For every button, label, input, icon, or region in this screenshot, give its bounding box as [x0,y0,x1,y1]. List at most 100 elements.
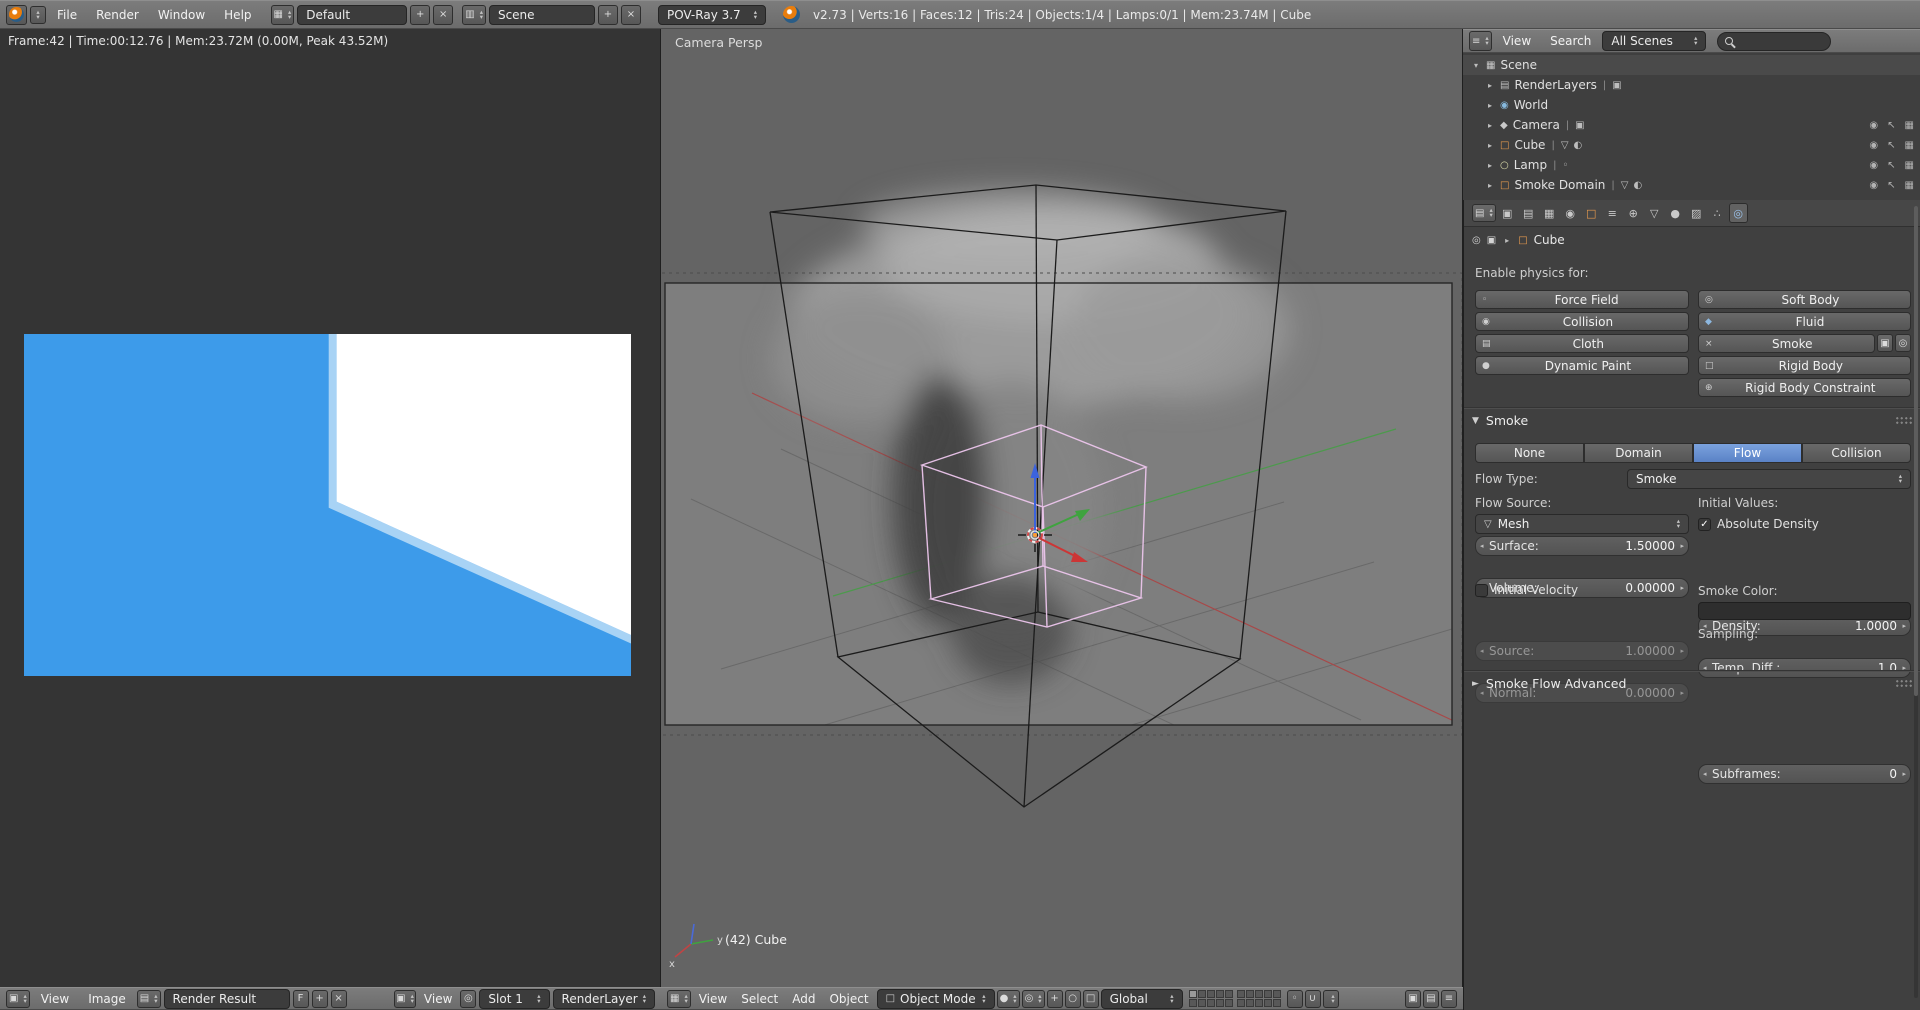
pin-icon[interactable]: ◎ [1472,235,1481,246]
manipulator-scale-button[interactable]: □ [1083,990,1099,1008]
viewport-shading-button[interactable]: ●▴▾ [997,990,1020,1008]
outliner-row-smoke-domain[interactable]: ▸ □ Smoke Domain | ▽ ◐ ◉↖▦ [1463,175,1920,195]
checkbox-unchecked-icon[interactable] [1475,584,1488,597]
rigid-body-constraint-button[interactable]: ⊕Rigid Body Constraint [1698,378,1911,397]
expand-icon[interactable]: ▸ [1485,161,1495,170]
panel-collapsed-icon[interactable]: ► [1472,679,1479,689]
visibility-eye-icon[interactable]: ◉ [1869,120,1878,131]
scrollbar-thumb[interactable] [1914,206,1918,696]
smoke-tab-flow[interactable]: Flow [1693,443,1802,463]
panel-drag-handle-icon[interactable] [1895,416,1913,425]
scene-delete-button[interactable]: × [621,5,641,25]
smoke-tab-domain[interactable]: Domain [1584,443,1693,463]
layout-delete-button[interactable]: × [433,5,453,25]
unlink-image-button[interactable]: × [331,990,347,1008]
menu-render[interactable]: Render [88,8,147,22]
renderability-camera-icon[interactable]: ▦ [1905,180,1914,191]
tab-render-icon[interactable]: ▣ [1498,203,1517,223]
renderability-camera-icon[interactable]: ▦ [1905,140,1914,151]
decrement-arrow-icon[interactable]: ◂ [1703,765,1707,783]
tab-object-icon[interactable]: □ [1582,203,1601,223]
selectability-arrow-icon[interactable]: ↖ [1887,140,1895,151]
expand-icon[interactable]: ▸ [1485,181,1495,190]
new-image-button[interactable]: + [312,990,328,1008]
visibility-eye-icon[interactable]: ◉ [1869,180,1878,191]
render-options-button[interactable]: ≡ [1441,990,1457,1008]
rigid-body-button[interactable]: □Rigid Body [1698,356,1911,375]
selectability-arrow-icon[interactable]: ↖ [1887,160,1895,171]
render-animation-button[interactable]: ▤ [1423,990,1439,1008]
increment-arrow-icon[interactable]: ▸ [1902,765,1906,783]
pivot-point-button[interactable]: ◎▴▾ [1022,990,1045,1008]
outliner-search-input[interactable] [1717,32,1831,51]
cloth-button[interactable]: ▤Cloth [1475,334,1689,353]
selectability-arrow-icon[interactable]: ↖ [1887,180,1895,191]
initial-velocity-checkbox[interactable]: Initial Velocity [1475,580,1578,600]
viewport-menu-add[interactable]: Add [786,992,821,1006]
visibility-eye-icon[interactable]: ◉ [1869,160,1878,171]
render-layer-dropdown[interactable]: RenderLayer▴▾ [553,989,655,1009]
viewport-editor-type-button[interactable]: ▦▴▾ [667,990,691,1008]
layer-cell[interactable] [1189,990,1197,998]
smoke-copy-icon[interactable]: ▣ [1877,334,1893,352]
layers-grid-1[interactable] [1189,990,1233,1007]
soft-body-button[interactable]: ◎Soft Body [1698,290,1911,309]
breadcrumb-object-name[interactable]: Cube [1534,233,1565,247]
smoke-button[interactable]: ×Smoke [1698,334,1875,353]
smoke-flow-advanced-header[interactable]: ► Smoke Flow Advanced [1472,676,1913,691]
flow-type-dropdown[interactable]: Smoke▴▾ [1627,469,1911,489]
slot-dropdown[interactable]: Slot 1▴▾ [479,989,549,1009]
tab-constraints-icon[interactable]: ≡ [1603,203,1622,223]
snap-magnet-button[interactable]: ∪ [1305,990,1321,1008]
checkbox-checked-icon[interactable]: ✓ [1698,518,1711,531]
collision-button[interactable]: ◉Collision [1475,312,1689,331]
smoke-panel-header[interactable]: ▼ Smoke [1472,413,1913,428]
viewport-menu-select[interactable]: Select [735,992,784,1006]
tab-scene-icon[interactable]: ▦ [1540,203,1559,223]
tab-world-icon[interactable]: ◉ [1561,203,1580,223]
layout-browse-button[interactable]: ▦▴▾ [271,5,295,25]
image-editor-type-button[interactable]: ▣▴▾ [394,990,416,1008]
fake-user-button[interactable]: F [293,990,309,1008]
increment-arrow-icon[interactable]: ▸ [1902,659,1906,677]
outliner-menu-view[interactable]: View [1495,34,1539,48]
increment-arrow-icon[interactable]: ▸ [1680,537,1684,555]
layers-grid-2[interactable] [1237,990,1281,1007]
orientation-dropdown[interactable]: Global▴▾ [1101,989,1183,1009]
smoke-toggle-icon[interactable]: ◎ [1895,334,1911,352]
outliner-row-cube[interactable]: ▸ □ Cube | ▽ ◐ ◉↖▦ [1463,135,1920,155]
decrement-arrow-icon[interactable]: ◂ [1480,537,1484,555]
expand-icon[interactable]: ▸ [1485,141,1495,150]
image-datablock-field[interactable]: Render Result [164,989,290,1009]
renderability-camera-icon[interactable]: ▦ [1905,160,1914,171]
app-menu-button[interactable] [6,5,27,25]
properties-editor-type-button[interactable]: ▤▴▾ [1472,204,1496,222]
increment-arrow-icon[interactable]: ▸ [1680,579,1684,597]
menu-help[interactable]: Help [216,8,259,22]
scene-browse-button[interactable]: ▥▴▾ [462,5,486,25]
tab-physics-icon[interactable]: ◎ [1729,203,1748,223]
decrement-arrow-icon[interactable]: ◂ [1703,659,1707,677]
subframes-field[interactable]: ◂ Subframes: 0 ▸ [1698,764,1911,784]
expand-icon[interactable]: ▸ [1485,121,1495,130]
editor-collapse-icon[interactable]: ▴▾ [30,6,46,24]
menu-file[interactable]: File [49,8,85,22]
layout-selector[interactable]: Default [297,5,407,25]
surface-field[interactable]: ◂ Surface: 1.50000 ▸ [1475,536,1689,556]
expand-icon[interactable]: ▸ [1485,81,1495,90]
outliner-row-renderlayers[interactable]: ▸ ▤ RenderLayers | ▣ [1463,75,1920,95]
renderability-camera-icon[interactable]: ▦ [1905,120,1914,131]
outliner-row-lamp[interactable]: ▸ ○ Lamp | ◦ ◉↖▦ [1463,155,1920,175]
absolute-density-checkbox[interactable]: ✓ Absolute Density [1698,514,1819,534]
mode-dropdown[interactable]: □Object Mode▴▾ [877,989,995,1009]
pin-button[interactable]: ◎ [460,990,476,1008]
layout-add-button[interactable]: + [410,5,430,25]
outliner-filter-dropdown[interactable]: All Scenes▴▾ [1602,31,1706,51]
outliner-row-world[interactable]: ▸ ◉ World [1463,95,1920,115]
tab-material-icon[interactable]: ● [1666,203,1685,223]
properties-scrollbar[interactable] [1914,206,1918,998]
temp-diff-field[interactable]: ◂ Temp. Diff.: 1.0 ▸ [1698,658,1911,678]
tab-render-layers-icon[interactable]: ▤ [1519,203,1538,223]
expand-icon[interactable]: ▸ [1485,101,1495,110]
outliner-row-camera[interactable]: ▸ ◆ Camera | ▣ ◉↖▦ [1463,115,1920,135]
